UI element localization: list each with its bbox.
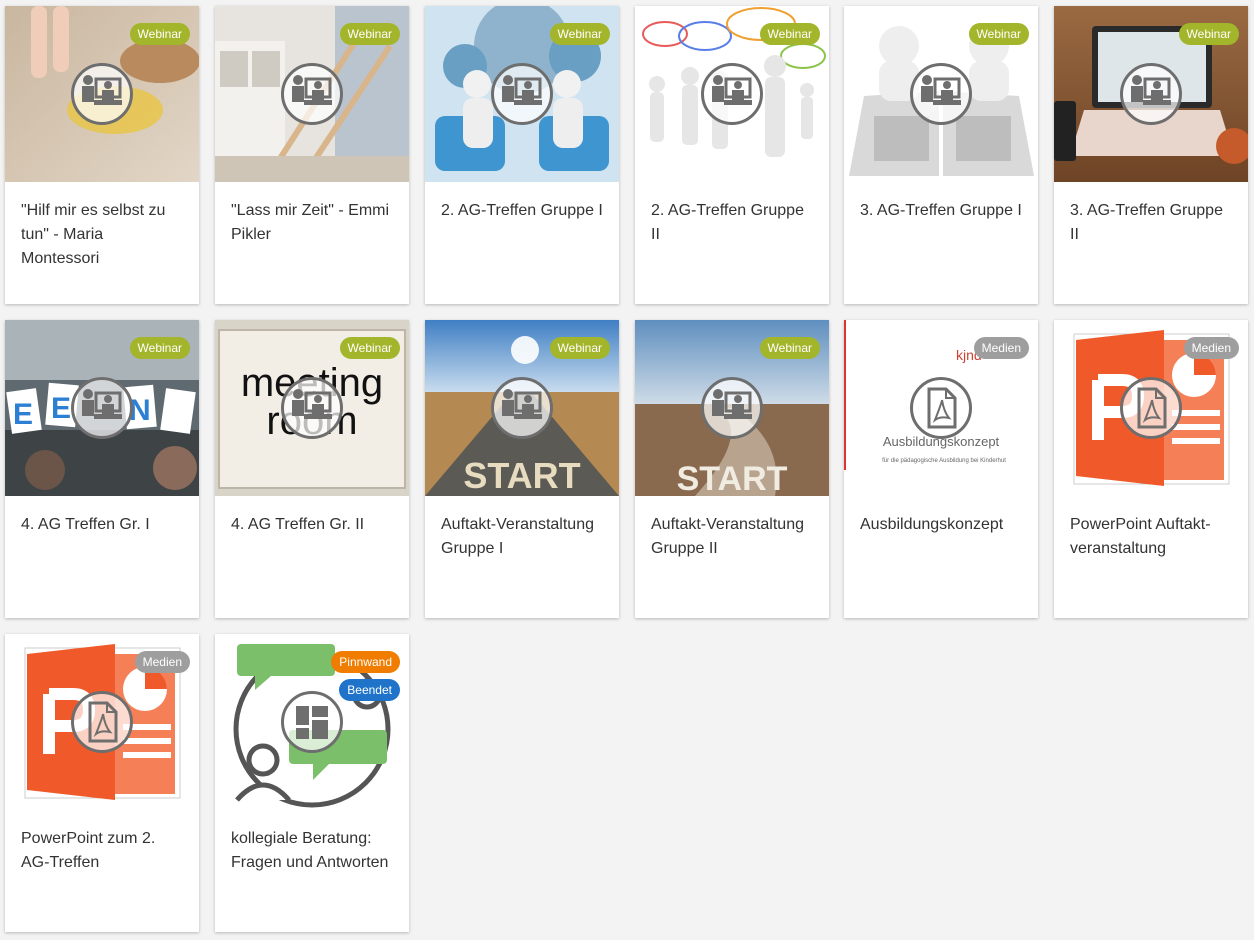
webinar-badge: Webinar: [968, 23, 1029, 45]
course-card[interactable]: meeting room Webinar 4. AG Treffen Gr. I…: [215, 320, 409, 618]
webinar-icon: [910, 63, 972, 125]
card-title[interactable]: kollegiale Beratung: Fragen und Antworte…: [231, 827, 395, 875]
webinar-icon: [491, 377, 553, 439]
card-title[interactable]: Auftakt-Veranstaltung Gruppe I: [441, 513, 605, 561]
webinar-icon: [491, 63, 553, 125]
card-title[interactable]: 4. AG Treffen Gr. II: [231, 513, 395, 537]
webinar-icon: [71, 63, 133, 125]
webinar-badge: Webinar: [1178, 23, 1239, 45]
thumbnail-text: START: [463, 455, 580, 496]
course-card[interactable]: START Webinar Auftakt-Veranstaltung Grup…: [635, 320, 829, 618]
webinar-icon: [1120, 63, 1182, 125]
badge-group: Webinar: [549, 337, 610, 359]
webinar-badge: Webinar: [339, 23, 400, 45]
webinar-icon: [281, 377, 343, 439]
webinar-icon: [701, 63, 763, 125]
course-card[interactable]: kjnd Ausbildungskonzept für die pädagogi…: [844, 320, 1038, 618]
badge-group: Webinar: [129, 23, 190, 45]
pinboard-badge: Pinnwand: [331, 651, 400, 673]
pdf-icon: [71, 691, 133, 753]
card-title[interactable]: PowerPoint Auftakt-veranstaltung: [1070, 513, 1234, 561]
badge-group: Medien: [973, 337, 1029, 359]
webinar-badge: Webinar: [549, 337, 610, 359]
badge-group: Webinar: [549, 23, 610, 45]
media-badge: Medien: [1183, 337, 1239, 359]
webinar-icon: [701, 377, 763, 439]
card-title[interactable]: 2. AG-Treffen Gruppe I: [441, 199, 605, 223]
pdf-icon: [1120, 377, 1182, 439]
webinar-badge: Webinar: [129, 23, 190, 45]
course-card[interactable]: Webinar 3. AG-Treffen Gruppe II: [1054, 6, 1248, 304]
thumbnail-text: E: [51, 392, 71, 425]
course-card[interactable]: Webinar 3. AG-Treffen Gruppe I: [844, 6, 1038, 304]
card-title[interactable]: 3. AG-Treffen Gruppe I: [860, 199, 1024, 223]
badge-group: Webinar: [1178, 23, 1239, 45]
webinar-badge: Webinar: [129, 337, 190, 359]
badge-group: Webinar: [339, 337, 400, 359]
course-card[interactable]: Medien PowerPoint Auftakt-veranstaltung: [1054, 320, 1248, 618]
thumbnail-text: für die pädagogische Ausbildung bei Kind…: [882, 458, 1006, 464]
badge-group: Pinnwand Beendet: [331, 651, 400, 701]
badge-group: Medien: [1183, 337, 1239, 359]
badge-group: Webinar: [129, 337, 190, 359]
badge-group: Webinar: [759, 23, 820, 45]
course-card[interactable]: Webinar "Hilf mir es selbst zu tun" - Ma…: [5, 6, 199, 304]
badge-group: Webinar: [339, 23, 400, 45]
course-card[interactable]: START Webinar Auftakt-Veranstaltung Grup…: [425, 320, 619, 618]
card-title[interactable]: 2. AG-Treffen Gruppe II: [651, 199, 815, 247]
thumbnail-text: START: [677, 460, 788, 496]
course-card[interactable]: E E N Webinar 4. AG Treffen Gr. I: [5, 320, 199, 618]
badge-group: Medien: [134, 651, 190, 673]
webinar-icon: [71, 377, 133, 439]
card-title[interactable]: PowerPoint zum 2. AG-Treffen: [21, 827, 185, 875]
pdf-icon: [910, 377, 972, 439]
card-title[interactable]: Ausbildungskonzept: [860, 513, 1024, 537]
card-title[interactable]: 4. AG Treffen Gr. I: [21, 513, 185, 537]
thumbnail-text: E: [13, 398, 33, 431]
card-title[interactable]: Auftakt-Veranstaltung Gruppe II: [651, 513, 815, 561]
webinar-badge: Webinar: [549, 23, 610, 45]
webinar-icon: [281, 63, 343, 125]
webinar-badge: Webinar: [759, 337, 820, 359]
media-badge: Medien: [973, 337, 1029, 359]
course-card[interactable]: Webinar 2. AG-Treffen Gruppe II: [635, 6, 829, 304]
badge-group: Webinar: [968, 23, 1029, 45]
course-card[interactable]: Webinar "Lass mir Zeit" - Emmi Pikler: [215, 6, 409, 304]
course-card[interactable]: Pinnwand Beendet kollegiale Beratung: Fr…: [215, 634, 409, 932]
card-title[interactable]: "Lass mir Zeit" - Emmi Pikler: [231, 199, 395, 247]
course-grid: Webinar "Hilf mir es selbst zu tun" - Ma…: [0, 0, 1254, 940]
badge-group: Webinar: [759, 337, 820, 359]
card-title[interactable]: "Hilf mir es selbst zu tun" - Maria Mont…: [21, 199, 185, 271]
webinar-badge: Webinar: [339, 337, 400, 359]
webinar-badge: Webinar: [759, 23, 820, 45]
card-title[interactable]: 3. AG-Treffen Gruppe II: [1070, 199, 1234, 247]
course-card[interactable]: Medien PowerPoint zum 2. AG-Treffen: [5, 634, 199, 932]
media-badge: Medien: [134, 651, 190, 673]
course-card[interactable]: Webinar 2. AG-Treffen Gruppe I: [425, 6, 619, 304]
ended-badge: Beendet: [339, 679, 400, 701]
